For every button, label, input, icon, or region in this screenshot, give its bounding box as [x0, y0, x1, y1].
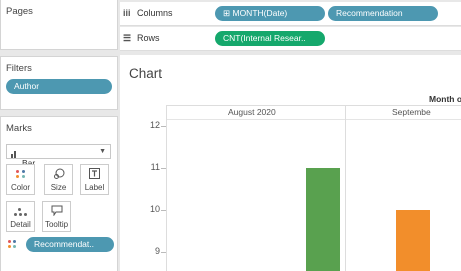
- recommendation-column-pill[interactable]: Recommendation: [328, 6, 438, 21]
- month-date-pill[interactable]: ⊞ MONTH(Date): [215, 6, 325, 21]
- bar-september[interactable]: [396, 210, 430, 271]
- y-tick-label: 11: [150, 162, 160, 172]
- y-tick-mark: [161, 252, 166, 253]
- chevron-down-icon: ▼: [99, 148, 106, 155]
- bar-chart-icon: [11, 145, 19, 171]
- month-label-august: August 2020: [228, 107, 276, 117]
- label-label: Label: [84, 183, 105, 192]
- color-field-row: Recommendat..: [6, 237, 114, 253]
- marks-card: Marks Bar ▼ Color Size Label Detail Tool…: [0, 116, 118, 271]
- header-divider-bottom: [166, 119, 461, 120]
- rows-shelf-label: ☰ Rows: [123, 33, 160, 44]
- label-button[interactable]: Label: [80, 164, 109, 195]
- mark-type-dropdown[interactable]: Bar ▼: [6, 144, 111, 171]
- filters-title: Filters: [6, 63, 32, 74]
- columns-shelf-label: iii Columns: [123, 8, 173, 18]
- color-button[interactable]: Color: [6, 164, 35, 195]
- columns-label: Columns: [137, 8, 173, 18]
- y-tick-label: 9: [154, 246, 160, 256]
- rows-label: Rows: [137, 33, 160, 43]
- rows-shelf: ☰ Rows CNT(Internal Resear..: [120, 27, 461, 51]
- detail-button[interactable]: Detail: [6, 201, 35, 232]
- color-label: Color: [10, 183, 31, 192]
- column-header: Month o: [429, 94, 461, 104]
- chart-sheet: Chart Month o August 2020 Septembe 9 10 11…: [120, 55, 461, 271]
- filters-card: Filters Author: [0, 56, 118, 110]
- detail-icon: [7, 205, 34, 219]
- count-measure-pill[interactable]: CNT(Internal Resear..: [215, 31, 325, 46]
- y-tick-label: 12: [149, 120, 160, 130]
- author-filter-pill[interactable]: Author: [6, 79, 112, 94]
- tooltip-icon: [43, 205, 70, 219]
- header-divider: [166, 105, 461, 106]
- size-button[interactable]: Size: [44, 164, 73, 195]
- y-tick-mark: [161, 210, 166, 211]
- label-icon: [81, 168, 108, 182]
- pages-card: Pages: [0, 0, 118, 50]
- columns-icon: iii: [123, 8, 131, 18]
- sheet-title: Chart: [129, 66, 163, 81]
- color-dots-icon: [8, 240, 17, 249]
- size-label: Size: [50, 183, 67, 192]
- tooltip-button[interactable]: Tooltip: [42, 201, 71, 232]
- y-tick-label: 10: [149, 204, 160, 214]
- y-axis-line: [166, 106, 167, 271]
- recommendation-color-pill[interactable]: Recommendat..: [26, 237, 114, 252]
- month-label-september: Septembe: [392, 107, 431, 117]
- detail-label: Detail: [10, 220, 31, 229]
- pane-divider: [345, 106, 346, 271]
- tooltip-label: Tooltip: [44, 220, 69, 229]
- left-panel: Pages Filters Author Marks Bar ▼ Color S: [0, 0, 120, 271]
- columns-shelf: iii Columns ⊞ MONTH(Date) Recommendation: [120, 2, 461, 26]
- month-date-pill-label: MONTH(Date): [232, 8, 288, 18]
- color-dots-icon: [7, 168, 34, 182]
- rows-icon: ☰: [123, 33, 132, 43]
- marks-title: Marks: [6, 123, 32, 134]
- pages-title: Pages: [6, 6, 33, 17]
- y-tick-mark: [161, 168, 166, 169]
- size-icon: [45, 168, 72, 182]
- bar-august[interactable]: [306, 168, 340, 271]
- y-tick-mark: [161, 126, 166, 127]
